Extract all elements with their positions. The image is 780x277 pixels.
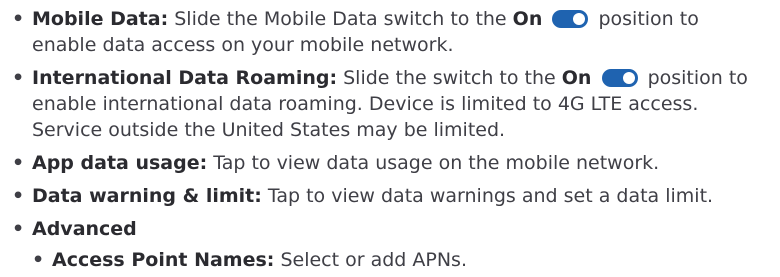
- item-text-line: enable international data roaming. Devic…: [32, 93, 699, 115]
- bullet: •: [12, 152, 25, 174]
- list-item-international-data-roaming: • International Data Roaming: Slide the …: [0, 65, 780, 143]
- item-text: Slide the Mobile Data switch to the: [174, 8, 507, 30]
- bullet: •: [12, 218, 25, 240]
- item-label: Advanced: [32, 218, 137, 240]
- toggle-knob: [573, 13, 586, 25]
- item-text: Tap to view data usage on the mobile net…: [213, 152, 660, 174]
- item-label: Data warning & limit:: [32, 185, 262, 207]
- item-text-line: enable data access on your mobile networ…: [32, 34, 454, 56]
- toggle-switch-icon: [552, 10, 589, 28]
- item-label: App data usage:: [32, 152, 208, 174]
- toggle-knob: [622, 72, 635, 84]
- item-text: position to: [598, 8, 699, 30]
- on-label: On: [512, 8, 543, 30]
- sub-list-item-access-point-names: • Access Point Names: Select or add APNs…: [0, 247, 780, 273]
- item-text: Select or add APNs.: [280, 249, 467, 271]
- item-text: Tap to view data warnings and set a data…: [267, 185, 714, 207]
- list-item-advanced: • Advanced: [0, 216, 780, 242]
- list-item-data-warning-limit: • Data warning & limit: Tap to view data…: [0, 183, 780, 209]
- item-text: position to: [647, 67, 748, 89]
- item-label: Mobile Data:: [32, 8, 169, 30]
- bullet: •: [32, 249, 45, 271]
- item-label: International Data Roaming:: [32, 67, 338, 89]
- bullet: •: [12, 8, 25, 30]
- list-item-app-data-usage: • App data usage: Tap to view data usage…: [0, 150, 780, 176]
- item-text: Slide the switch to the: [343, 67, 556, 89]
- list-item-mobile-data: • Mobile Data: Slide the Mobile Data swi…: [0, 6, 780, 58]
- item-text-line: Service outside the United States may be…: [32, 119, 506, 141]
- bullet: •: [12, 185, 25, 207]
- on-label: On: [561, 67, 592, 89]
- settings-description-list: • Mobile Data: Slide the Mobile Data swi…: [0, 0, 780, 273]
- bullet: •: [12, 67, 25, 89]
- toggle-switch-icon: [601, 69, 638, 87]
- item-label: Access Point Names:: [52, 249, 275, 271]
